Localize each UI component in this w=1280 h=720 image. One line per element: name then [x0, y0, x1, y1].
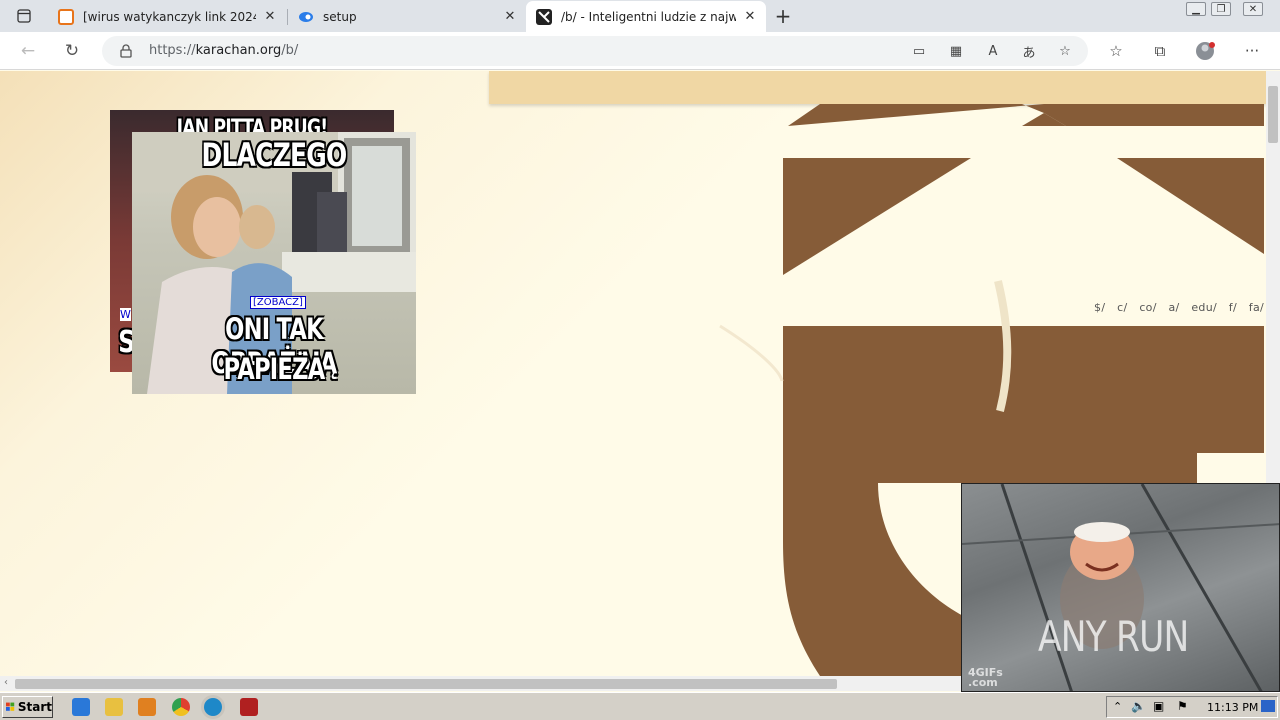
- board-link[interactable]: $/: [1094, 301, 1105, 314]
- board-link[interactable]: c/: [1117, 301, 1127, 314]
- setup-icon: [298, 9, 314, 25]
- restore-icon[interactable]: ❐: [1211, 2, 1231, 16]
- network-icon[interactable]: ▣: [1153, 699, 1164, 713]
- flag-icon[interactable]: ⚑: [1177, 699, 1188, 713]
- tab-actions-icon[interactable]: [12, 6, 36, 26]
- start-button[interactable]: Start: [2, 696, 53, 718]
- board-links: $/ c/ co/ a/ edu/ f/ fa/: [1086, 301, 1264, 314]
- folder-icon[interactable]: [105, 698, 123, 716]
- grid-icon[interactable]: ▦: [947, 42, 965, 60]
- windows-logo-icon: [6, 702, 15, 711]
- app-available-icon[interactable]: ▭: [910, 42, 928, 60]
- collections-icon[interactable]: ⧉: [1149, 40, 1171, 62]
- tab-title: setup: [323, 9, 357, 24]
- add-favorite-icon[interactable]: ☆: [1056, 42, 1074, 60]
- ie-icon[interactable]: [72, 698, 90, 716]
- tab-karachan[interactable]: /b/ - Inteligentni ludzie z najwyż ✕: [526, 1, 766, 32]
- edge-page-icon: [58, 8, 74, 25]
- tab-title: /b/ - Inteligentni ludzie z najwyż: [561, 9, 736, 24]
- tab-title: [wirus watykanczyk link 2024 dow: [83, 9, 256, 24]
- popup-ad-front[interactable]: DLACZEGO ONI TAK OBRAŻAJĄ PAPIEŻA: [132, 132, 416, 394]
- gif-credit: 4GIFs .com: [968, 666, 1003, 689]
- close-icon[interactable]: ✕: [742, 9, 758, 25]
- board-link[interactable]: co/: [1139, 301, 1156, 314]
- meme-caption-bottom: PAPIEŻA: [223, 352, 326, 386]
- translate-icon[interactable]: あ: [1020, 42, 1038, 61]
- anyrun-watermark: ANY RUN: [1038, 612, 1189, 661]
- board-link[interactable]: a/: [1169, 301, 1180, 314]
- read-aloud-icon[interactable]: A: [984, 42, 1002, 60]
- scroll-left-icon[interactable]: ‹: [4, 677, 8, 688]
- zobacz-link[interactable]: [ZOBACZ]: [250, 296, 306, 309]
- show-hidden-icons-icon[interactable]: ⌃: [1113, 700, 1122, 713]
- start-label: Start: [17, 700, 52, 714]
- url-text: https://karachan.org/b/: [149, 43, 299, 58]
- more-icon[interactable]: ···: [1241, 40, 1263, 62]
- board-link[interactable]: f/: [1229, 301, 1237, 314]
- board-link[interactable]: edu/: [1191, 301, 1217, 314]
- karachan-icon: [536, 8, 552, 25]
- meme-caption-top: DLACZEGO: [201, 136, 348, 174]
- show-desktop-icon[interactable]: [1261, 700, 1275, 712]
- navigation-bar: ← ↻ https://karachan.org/b/ ▭ ▦ A あ ☆ ☆ …: [0, 32, 1280, 70]
- app-icon[interactable]: [240, 698, 258, 716]
- edge-icon[interactable]: [204, 698, 222, 716]
- close-icon[interactable]: ✕: [502, 9, 518, 25]
- lock-icon: [120, 43, 132, 62]
- taskbar: Start ⌃ 🔈 ▣ ⚑ 11:13 PM: [0, 692, 1280, 720]
- media-player-icon[interactable]: [138, 698, 156, 716]
- tab-wirus[interactable]: [wirus watykanczyk link 2024 dow ✕: [48, 1, 286, 32]
- scroll-thumb[interactable]: [1268, 86, 1278, 143]
- board-link[interactable]: fa/: [1249, 301, 1264, 314]
- chrome-icon[interactable]: [172, 698, 190, 716]
- close-window-icon[interactable]: ✕: [1243, 2, 1263, 16]
- tab-setup[interactable]: setup ✕: [288, 1, 526, 32]
- address-bar[interactable]: https://karachan.org/b/ ▭ ▦ A あ ☆: [102, 36, 1088, 66]
- clock[interactable]: 11:13 PM: [1207, 701, 1258, 714]
- favorites-icon[interactable]: ☆: [1105, 40, 1127, 62]
- minimize-icon[interactable]: ▁: [1186, 2, 1206, 16]
- refresh-icon[interactable]: ↻: [60, 39, 84, 63]
- close-icon[interactable]: ✕: [262, 9, 278, 25]
- scroll-thumb[interactable]: [15, 679, 837, 689]
- tab-strip: [wirus watykanczyk link 2024 dow ✕ setup…: [0, 0, 1280, 32]
- volume-icon[interactable]: 🔈: [1131, 699, 1146, 713]
- profile-avatar[interactable]: [1195, 40, 1217, 62]
- video-overlay: ANY RUN 4GIFs .com: [961, 483, 1280, 692]
- ad-link-fragment[interactable]: W: [120, 308, 131, 321]
- new-tab-icon[interactable]: +: [772, 4, 794, 28]
- back-icon[interactable]: ←: [16, 39, 40, 63]
